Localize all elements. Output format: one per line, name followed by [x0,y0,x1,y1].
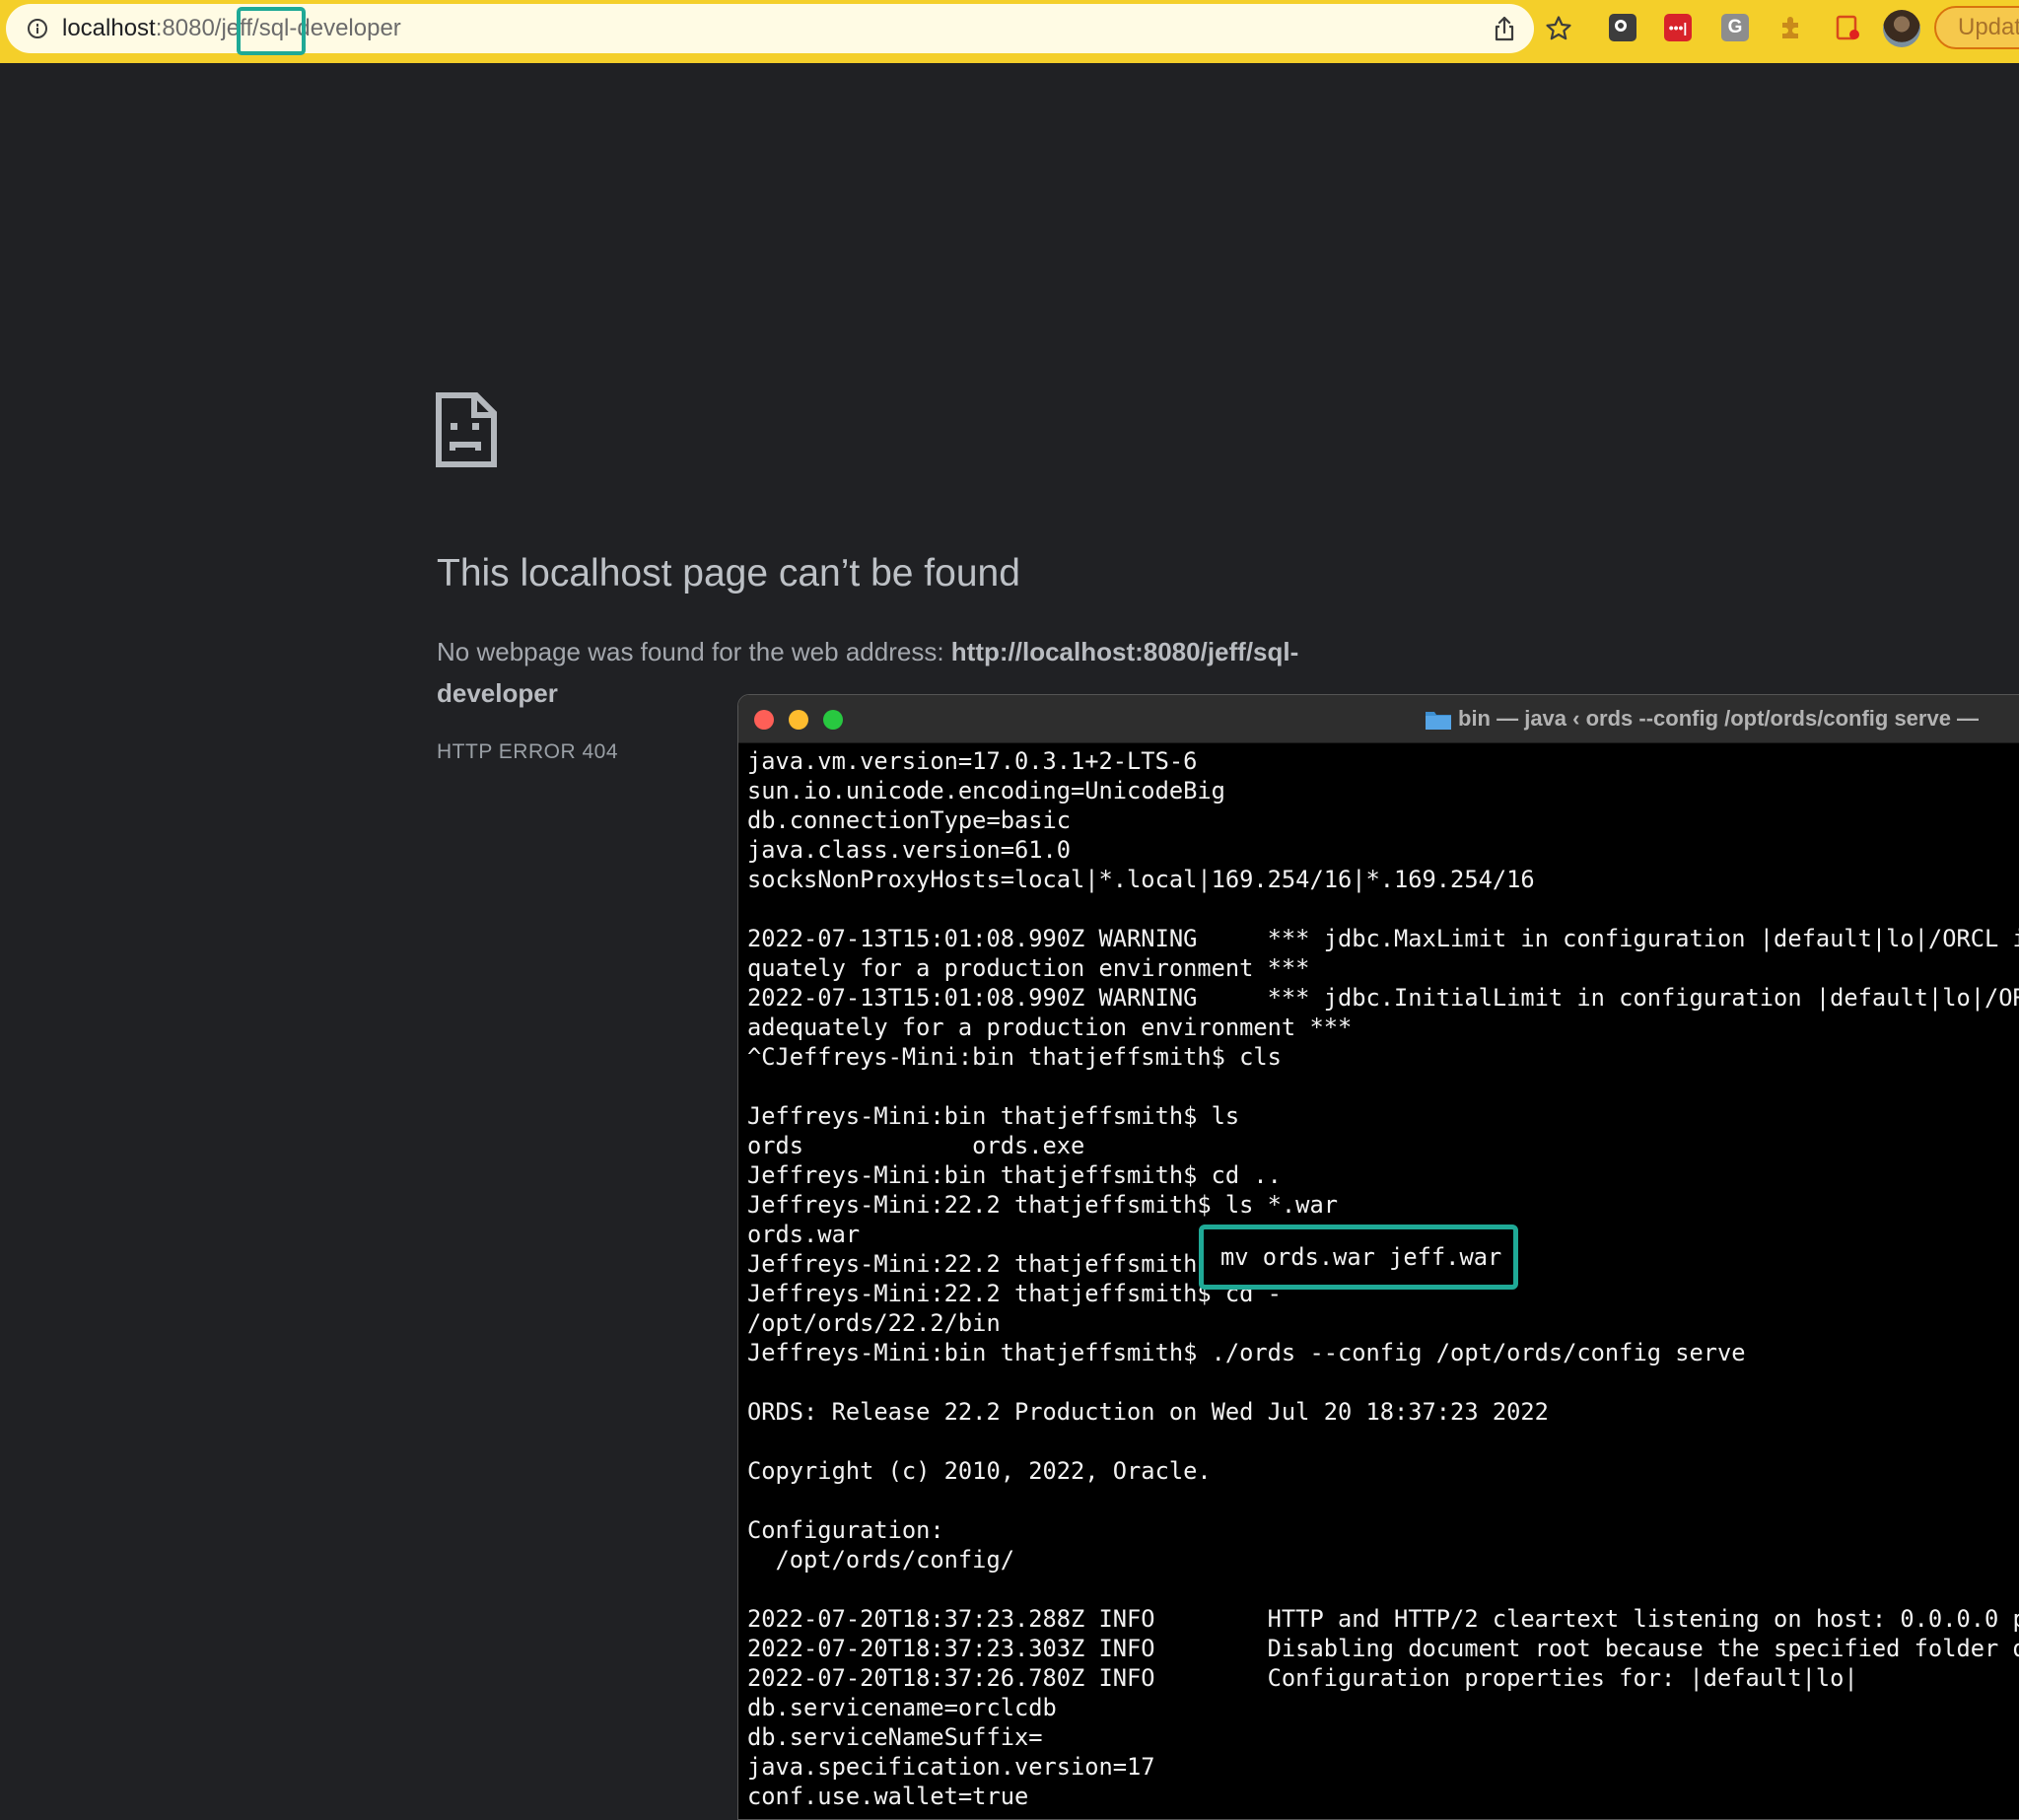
terminal-line: Configuration: [747,1516,944,1544]
terminal-line: 2022-07-20T18:37:26.780Z INFO Configurat… [747,1664,1858,1692]
terminal-line: /opt/ords/config/ [747,1546,1014,1574]
terminal-line: socksNonProxyHosts=local|*.local|169.254… [747,866,1535,893]
terminal-line: 2022-07-13T15:01:08.990Z WARNING *** jdb… [747,984,2019,1012]
terminal-line: 2022-07-20T18:37:23.288Z INFO HTTP and H… [747,1605,2019,1633]
error-description-text: No webpage was found for the web address… [437,637,944,666]
profile-avatar[interactable] [1883,10,1920,47]
url-path-highlight [237,7,306,55]
puzzle-extensions-icon[interactable] [1776,14,1804,41]
terminal-line: Jeffreys-Mini:bin thatjeffsmith$ ls [747,1102,1240,1130]
circle-extension-icon[interactable] [1609,14,1636,41]
terminal-titlebar[interactable]: bin — java ‹ ords --config /opt/ords/con… [738,695,2019,743]
terminal-line: adequately for a production environment … [747,1014,1353,1041]
terminal-line: Jeffreys-Mini:22.2 thatjeffsmith$ ls *.w… [747,1191,1338,1219]
terminal-title: bin — java ‹ ords --config /opt/ords/con… [1458,706,1980,731]
close-window-button[interactable] [754,710,774,730]
terminal-line: conf.use.wallet=true [747,1783,1029,1810]
reading-list-icon[interactable] [1834,14,1861,41]
lastpass-icon[interactable]: •••| [1664,14,1692,41]
terminal-line: quately for a production environment *** [747,954,1310,982]
terminal-line: java.class.version=61.0 [747,836,1072,864]
terminal-line: db.connectionType=basic [747,806,1072,834]
url-host: localhost [62,15,156,41]
zoom-window-button[interactable] [823,710,843,730]
mv-command-highlight: mv ords.war jeff.war [1199,1225,1518,1290]
terminal-line: ORDS: Release 22.2 Production on Wed Jul… [747,1398,1549,1426]
url-text[interactable]: localhost:8080/jeff/sql-developer [62,4,401,53]
terminal-line: sun.io.unicode.encoding=UnicodeBig [747,777,1225,805]
error-title: This localhost page can’t be found [437,552,1020,595]
terminal-line: ords ords.exe [747,1132,1085,1159]
terminal-line: Jeffreys-Mini:bin thatjeffsmith$ cd .. [747,1161,1282,1189]
bookmark-star-icon[interactable] [1544,14,1573,43]
share-icon[interactable] [1490,14,1519,43]
terminal-line: java.vm.version=17.0.3.1+2-LTS-6 [747,747,1198,775]
site-info-icon[interactable] [28,19,47,38]
terminal-line: java.specification.version=17 [747,1753,1155,1781]
terminal-line: ^CJeffreys-Mini:bin thatjeffsmith$ cls [747,1043,1282,1071]
terminal-line: db.serviceNameSuffix= [747,1723,1043,1751]
minimize-window-button[interactable] [789,710,808,730]
folder-icon [1426,712,1451,730]
sad-page-icon [436,392,497,467]
grammarly-icon[interactable]: G [1721,14,1749,41]
terminal-line: Jeffreys-Mini:bin thatjeffsmith$ ./ords … [747,1339,1746,1366]
address-bar[interactable]: localhost:8080/jeff/sql-developer [6,4,1571,55]
update-button[interactable]: Updat [1934,6,2019,49]
terminal-line: 2022-07-20T18:37:23.303Z INFO Disabling … [747,1635,2019,1662]
highlighted-command: mv ords.war jeff.war [1220,1243,1502,1271]
terminal-line: Copyright (c) 2010, 2022, Oracle. [747,1457,1212,1485]
terminal-line: 2022-07-13T15:01:08.990Z WARNING *** jdb… [747,925,2019,952]
error-code: HTTP ERROR 404 [437,740,618,763]
browser-toolbar: localhost:8080/jeff/sql-developer •••| G… [0,0,2019,63]
terminal-line: /opt/ords/22.2/bin [747,1309,1001,1337]
terminal-line: db.servicename=orclcdb [747,1694,1057,1721]
